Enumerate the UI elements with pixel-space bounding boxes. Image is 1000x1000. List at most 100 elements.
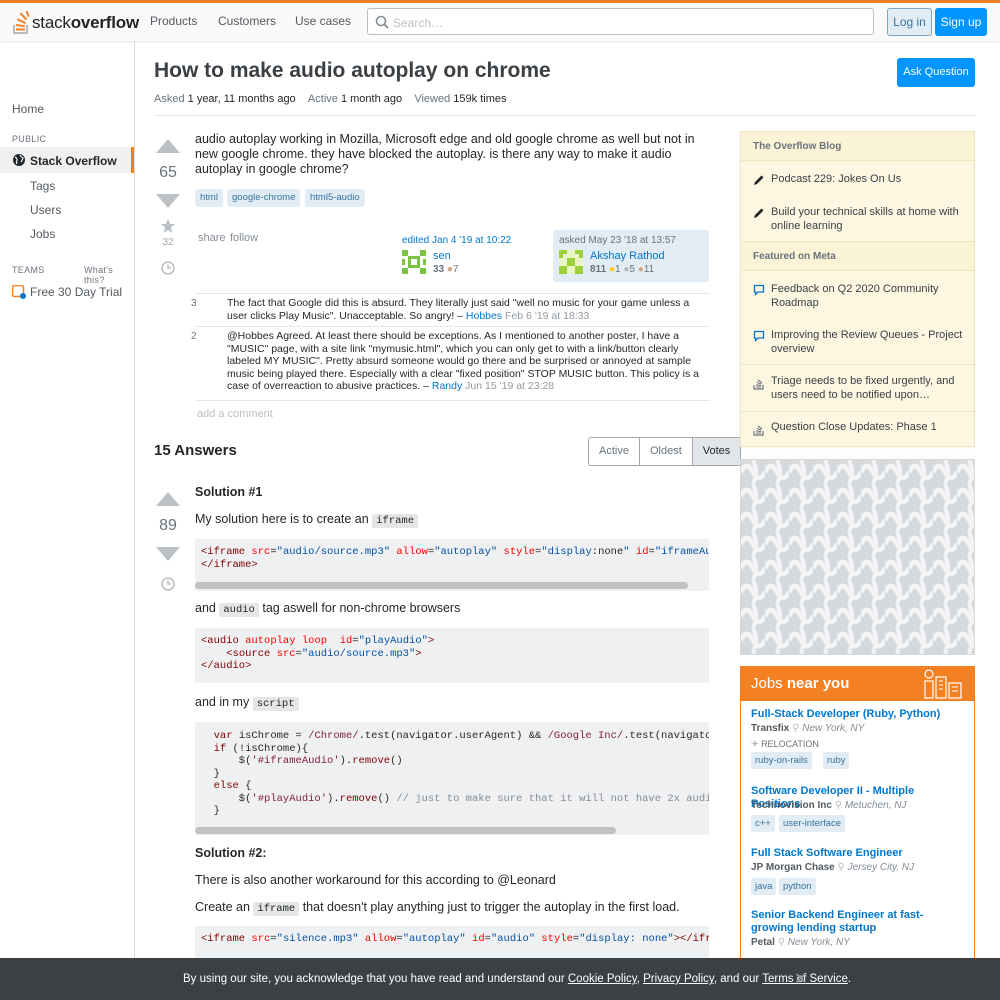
favorite-count: 32 — [162, 237, 174, 248]
sort-tab-votes[interactable]: Votes — [692, 438, 741, 465]
blog-divider — [741, 411, 974, 412]
job-company: Technovision Inc ⚲ Metuchen, NJ — [751, 800, 907, 811]
job-company: JP Morgan Chase ⚲ Jersey City, NJ — [751, 862, 915, 873]
teams-label: TEAMS — [12, 265, 45, 275]
whats-this-link[interactable]: What's this? — [84, 265, 134, 285]
meta-item-link[interactable]: Improving the Review Queues - Project ov… — [771, 329, 966, 356]
top-bar: stackoverflow Products Customers Use cas… — [0, 0, 1000, 41]
meta-item-link[interactable]: Feedback on Q2 2020 Community Roadmap — [771, 283, 966, 310]
ask-question-button[interactable]: Ask Question — [897, 58, 975, 87]
tag-html5-audio[interactable]: html5-audio — [305, 189, 365, 207]
search-icon — [375, 15, 389, 29]
question-body: audio autoplay working in Mozilla, Micro… — [195, 132, 695, 176]
pencil-icon — [754, 175, 764, 185]
cookie-banner: By using our site, you acknowledge that … — [0, 958, 1000, 1000]
job-tag[interactable]: python — [779, 878, 816, 895]
relocation-badge: ✈ RELOCATION — [751, 739, 819, 749]
job-title-link[interactable]: Senior Backend Engineer at fast-growing … — [751, 909, 966, 935]
search-placeholder: Search… — [393, 16, 444, 30]
add-comment-link[interactable]: add a comment — [197, 408, 273, 420]
stack-icon — [753, 425, 764, 436]
nav-customers[interactable]: Customers — [218, 14, 276, 28]
job-tag[interactable]: c++ — [751, 815, 775, 832]
code-scrollbar[interactable] — [195, 582, 688, 589]
editor-avatar[interactable] — [402, 250, 426, 274]
nav-jobs[interactable]: Jobs — [30, 227, 55, 241]
login-button[interactable]: Log in — [887, 8, 932, 36]
blog-divider — [741, 364, 974, 365]
share-link[interactable]: share — [198, 232, 226, 244]
asker-avatar[interactable] — [559, 250, 583, 274]
code-scrollbar[interactable] — [195, 827, 616, 834]
blog-header: The Overflow Blog — [741, 131, 974, 161]
job-title-link[interactable]: Full Stack Software Engineer — [751, 847, 966, 860]
comment-user[interactable]: Randy — [432, 380, 462, 392]
meta-chat-icon — [753, 284, 765, 296]
question-meta: Asked 1 year, 11 months ago Active 1 mon… — [154, 93, 507, 105]
meta-item-link[interactable]: Triage needs to be fixed urgently, and u… — [771, 375, 966, 402]
solution-1-heading: Solution #1 — [195, 485, 263, 499]
signup-button[interactable]: Sign up — [935, 8, 987, 36]
cookie-policy-link[interactable]: Cookie Policy — [568, 973, 637, 985]
asker-rep: 811 ●1 ●5 ●11 — [590, 264, 655, 275]
advertisement[interactable] — [740, 459, 975, 655]
nav-stackoverflow-label: Stack Overflow — [30, 154, 117, 168]
comment-text: The fact that Google did this is absurd.… — [227, 297, 690, 322]
free-trial-link[interactable]: Free 30 Day Trial — [30, 285, 122, 299]
jobs-header: Jobs near you — [741, 666, 974, 701]
answer-downvote-arrow-icon[interactable] — [156, 547, 180, 561]
overflow-blog-widget: The Overflow Blog Podcast 229: Jokes On … — [740, 131, 975, 447]
comment-score: 3 — [191, 298, 197, 309]
meta-chat-icon — [753, 330, 765, 342]
job-tag[interactable]: ruby-on-rails — [751, 752, 812, 769]
comment-score: 2 — [191, 331, 197, 342]
comment-item: 3 The fact that Google did this is absur… — [191, 293, 710, 326]
editor-name[interactable]: sen — [433, 250, 451, 262]
comment-text: @Hobbes Agreed. At least there should be… — [227, 330, 700, 392]
editor-rep: 33 ●7 — [433, 264, 459, 275]
stackoverflow-logo[interactable]: stackoverflow — [12, 9, 139, 37]
public-label: PUBLIC — [12, 134, 47, 144]
history-icon[interactable] — [160, 260, 176, 276]
job-tag[interactable]: ruby — [823, 752, 850, 769]
nav-users[interactable]: Users — [30, 203, 61, 217]
answer-upvote-arrow-icon[interactable] — [156, 492, 180, 506]
sort-tab-oldest[interactable]: Oldest — [639, 438, 693, 465]
answer-paragraph: and audio tag aswell for non-chrome brow… — [195, 601, 461, 617]
meta-item-link[interactable]: Question Close Updates: Phase 1 — [771, 421, 966, 435]
privacy-policy-link[interactable]: Privacy Policy — [643, 973, 714, 985]
job-tag[interactable]: java — [751, 878, 777, 895]
globe-icon — [13, 154, 25, 166]
search-input[interactable]: Search… — [367, 8, 874, 35]
tag-html[interactable]: html — [195, 189, 223, 207]
asker-name[interactable]: Akshay Rathod — [590, 250, 665, 262]
blog-item-link[interactable]: Podcast 229: Jokes On Us — [771, 173, 966, 187]
answer-paragraph: and in my script — [195, 695, 299, 711]
nav-stackoverflow-active[interactable]: Stack Overflow — [0, 147, 134, 173]
solution-2-heading: Solution #2: — [195, 846, 267, 860]
tag-google-chrome[interactable]: google-chrome — [227, 189, 301, 207]
sort-tab-active[interactable]: Active — [589, 438, 640, 465]
close-icon[interactable]: ✕ — [794, 969, 807, 989]
question-title[interactable]: How to make audio autoplay on chrome — [154, 59, 551, 83]
answer-history-icon[interactable] — [160, 576, 176, 592]
nav-tags[interactable]: Tags — [30, 179, 55, 193]
job-tag[interactable]: user-interface — [779, 815, 846, 832]
comments-divider — [195, 400, 710, 401]
star-icon[interactable] — [160, 218, 176, 234]
nav-home[interactable]: Home — [12, 102, 44, 116]
job-title-link[interactable]: Full-Stack Developer (Ruby, Python) — [751, 708, 966, 721]
nav-use-cases[interactable]: Use cases — [295, 14, 351, 28]
comment-user[interactable]: Hobbes — [466, 310, 502, 322]
downvote-arrow-icon[interactable] — [156, 194, 180, 208]
logo-text: stackoverflow — [32, 13, 139, 32]
follow-link[interactable]: follow — [230, 232, 258, 244]
answer-vote-count: 89 — [159, 517, 177, 534]
cookie-text: By using our site, you acknowledge that … — [183, 973, 852, 985]
city-icon — [924, 669, 962, 699]
nav-products[interactable]: Products — [150, 14, 197, 28]
comment-item: 2 @Hobbes Agreed. At least there should … — [191, 326, 710, 400]
blog-item-link[interactable]: Build your technical skills at home with… — [771, 206, 966, 233]
code-block-silence: <iframe src="silence.mp3" allow="autopla… — [195, 926, 709, 958]
upvote-arrow-icon[interactable] — [156, 139, 180, 153]
